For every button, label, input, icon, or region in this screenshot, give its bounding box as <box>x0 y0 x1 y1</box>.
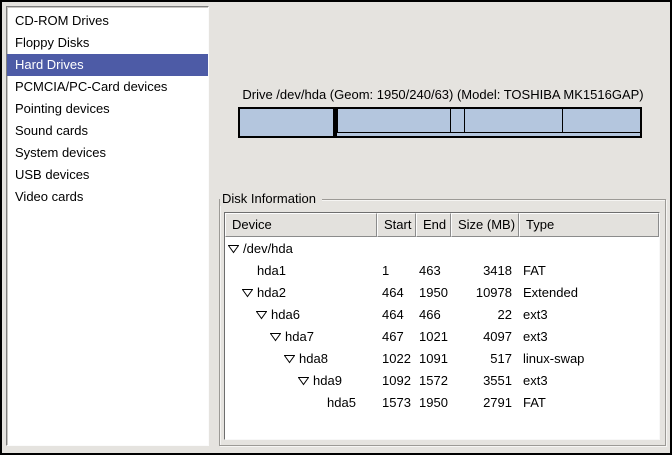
sidebar-item-hard-drives[interactable]: Hard Drives <box>7 54 208 76</box>
start-cell: 1573 <box>377 395 416 410</box>
start-cell: 1092 <box>377 373 416 388</box>
partition-logical-hda5 <box>563 109 640 133</box>
sidebar-item-floppy-disks[interactable]: Floppy Disks <box>7 32 208 54</box>
sidebar-item-system-devices[interactable]: System devices <box>7 142 208 164</box>
size-cell: 22 <box>451 307 519 322</box>
sidebar-item-pcmcia-devices[interactable]: PCMCIA/PC-Card devices <box>7 76 208 98</box>
column-header-type[interactable]: Type <box>519 213 659 237</box>
sidebar-item-video-cards[interactable]: Video cards <box>7 186 208 208</box>
column-header-size[interactable]: Size (MB) <box>451 213 519 237</box>
type-cell: ext3 <box>519 307 659 322</box>
device-cell: hda7 <box>285 329 314 344</box>
device-cell: hda8 <box>299 351 328 366</box>
end-cell: 1950 <box>416 285 451 300</box>
start-cell: 464 <box>377 307 416 322</box>
sidebar-item-label: System devices <box>15 145 106 160</box>
drive-title: Drive /dev/hda (Geom: 1950/240/63) (Mode… <box>220 87 666 102</box>
sidebar-item-label: USB devices <box>15 167 89 182</box>
tree-row-hda5[interactable]: hda5 1573 1950 2791 FAT <box>225 391 659 413</box>
tree-row-dev-hda[interactable]: /dev/hda <box>225 237 659 259</box>
start-cell: 464 <box>377 285 416 300</box>
end-cell: 1021 <box>416 329 451 344</box>
start-cell: 1 <box>377 263 416 278</box>
column-header-start[interactable]: Start <box>377 213 416 237</box>
tree-row-hda6[interactable]: hda6 464 466 22 ext3 <box>225 303 659 325</box>
tree-row-hda7[interactable]: hda7 467 1021 4097 ext3 <box>225 325 659 347</box>
size-cell: 517 <box>451 351 519 366</box>
partition-extended-hda2 <box>335 109 640 136</box>
disk-table-header: Device Start End Size (MB) Type <box>225 213 659 237</box>
end-cell: 466 <box>416 307 451 322</box>
tree-row-hda2[interactable]: hda2 464 1950 10978 Extended <box>225 281 659 303</box>
sidebar-item-label: CD-ROM Drives <box>15 13 109 28</box>
sidebar-item-label: Pointing devices <box>15 101 110 116</box>
partition-logical-hda9 <box>465 109 563 133</box>
start-cell: 1022 <box>377 351 416 366</box>
sidebar-item-label: PCMCIA/PC-Card devices <box>15 79 167 94</box>
sidebar-item-pointing-devices[interactable]: Pointing devices <box>7 98 208 120</box>
partition-logical-hda7 <box>338 109 451 133</box>
column-header-end[interactable]: End <box>416 213 451 237</box>
disk-information-frame: Disk Information Device Start End Size (… <box>219 199 666 446</box>
end-cell: 1950 <box>416 395 451 410</box>
expander-open-icon[interactable] <box>242 287 253 298</box>
sidebar-item-label: Hard Drives <box>15 57 84 72</box>
size-cell: 4097 <box>451 329 519 344</box>
device-cell: hda2 <box>257 285 286 300</box>
device-cell: hda9 <box>313 373 342 388</box>
type-cell: ext3 <box>519 373 659 388</box>
device-cell: hda5 <box>327 395 356 410</box>
partition-bar <box>238 107 642 138</box>
expander-open-icon[interactable] <box>256 309 267 320</box>
type-cell: Extended <box>519 285 659 300</box>
expander-open-icon[interactable] <box>228 243 239 254</box>
tree-row-hda9[interactable]: hda9 1092 1572 3551 ext3 <box>225 369 659 391</box>
type-cell: FAT <box>519 263 659 278</box>
start-cell: 467 <box>377 329 416 344</box>
device-category-list: CD-ROM Drives Floppy Disks Hard Drives P… <box>6 6 209 446</box>
disk-table: Device Start End Size (MB) Type /dev/hda <box>224 212 660 440</box>
expander-open-icon[interactable] <box>270 331 281 342</box>
partition-segment-hda1 <box>240 109 335 136</box>
type-cell: FAT <box>519 395 659 410</box>
device-cell: hda1 <box>257 263 286 278</box>
size-cell: 10978 <box>451 285 519 300</box>
partition-logical-hda8 <box>451 109 465 133</box>
size-cell: 3418 <box>451 263 519 278</box>
column-header-device[interactable]: Device <box>225 213 377 237</box>
expander-open-icon[interactable] <box>298 375 309 386</box>
expander-open-icon[interactable] <box>284 353 295 364</box>
device-cell: /dev/hda <box>243 241 293 256</box>
end-cell: 1091 <box>416 351 451 366</box>
tree-row-hda1[interactable]: hda1 1 463 3418 FAT <box>225 259 659 281</box>
size-cell: 3551 <box>451 373 519 388</box>
end-cell: 1572 <box>416 373 451 388</box>
end-cell: 463 <box>416 263 451 278</box>
device-cell: hda6 <box>271 307 300 322</box>
hardware-browser-window: CD-ROM Drives Floppy Disks Hard Drives P… <box>0 0 672 455</box>
sidebar-item-label: Floppy Disks <box>15 35 89 50</box>
type-cell: ext3 <box>519 329 659 344</box>
sidebar-item-usb-devices[interactable]: USB devices <box>7 164 208 186</box>
sidebar-item-sound-cards[interactable]: Sound cards <box>7 120 208 142</box>
sidebar-item-cdrom-drives[interactable]: CD-ROM Drives <box>7 10 208 32</box>
sidebar-item-label: Sound cards <box>15 123 88 138</box>
disk-information-label: Disk Information <box>220 191 322 206</box>
sidebar-item-label: Video cards <box>15 189 83 204</box>
size-cell: 2791 <box>451 395 519 410</box>
type-cell: linux-swap <box>519 351 659 366</box>
tree-row-hda8[interactable]: hda8 1022 1091 517 linux-swap <box>225 347 659 369</box>
